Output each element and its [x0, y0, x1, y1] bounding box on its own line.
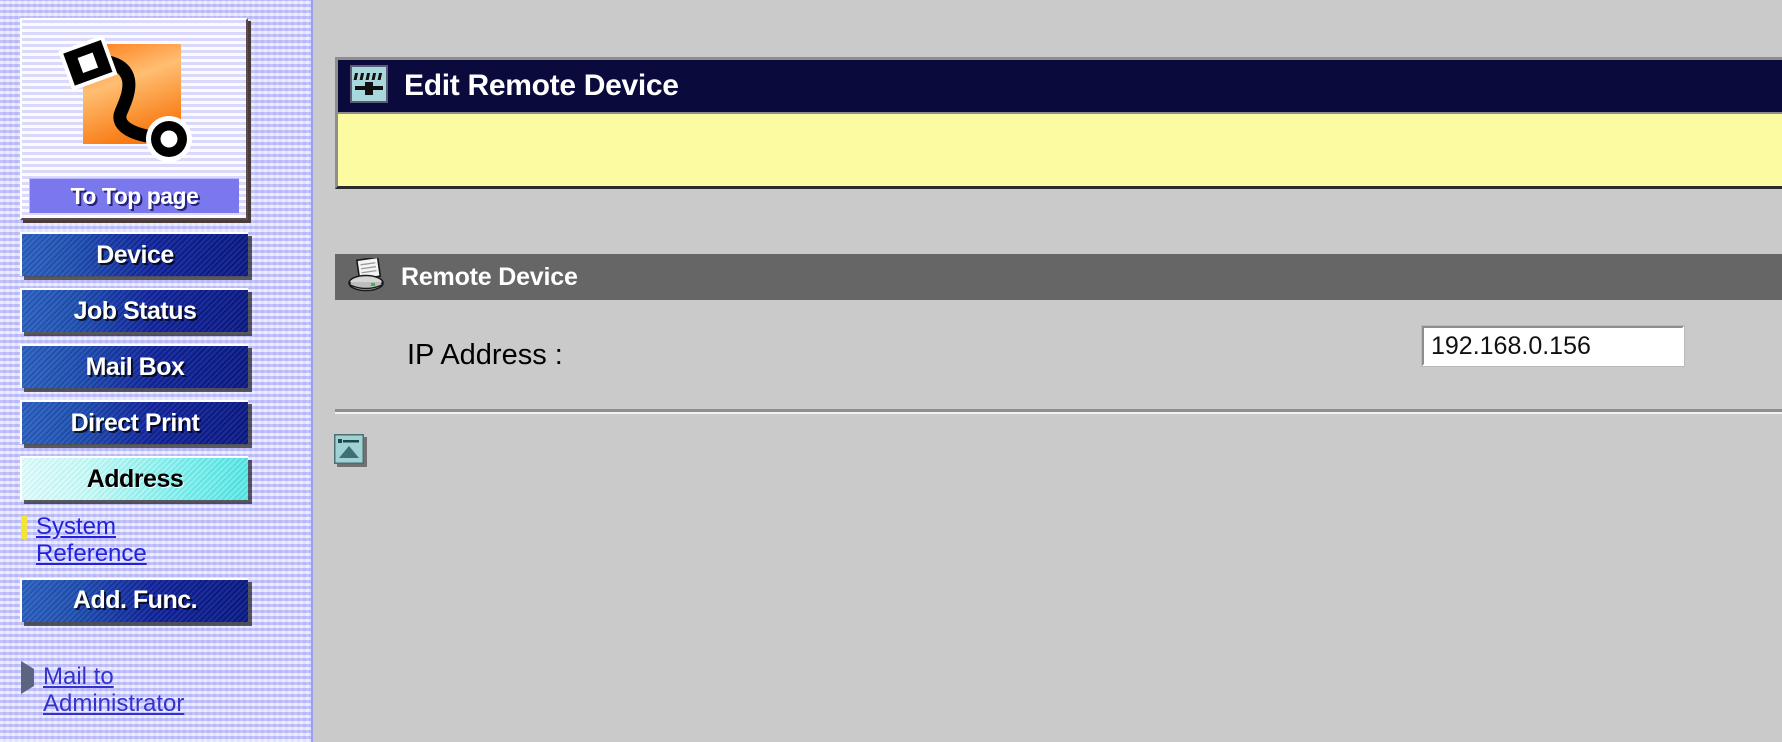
message-bar — [338, 112, 1782, 186]
page-title: Edit Remote Device — [404, 69, 679, 102]
sidebar-item-address[interactable]: Address — [20, 456, 248, 500]
sidebar-item-device[interactable]: Device — [20, 232, 248, 276]
sidebar-item-add-func[interactable]: Add. Func. — [20, 577, 248, 622]
ip-address-input[interactable] — [1421, 325, 1685, 367]
sidebar-item-label: Job Status — [73, 296, 197, 325]
section-title: Remote Device — [401, 262, 578, 291]
sidebar-item-label: Direct Print — [70, 408, 200, 437]
triangle-bullet-icon — [21, 660, 34, 694]
back-to-top-icon[interactable] — [334, 434, 364, 464]
content-divider — [335, 409, 1782, 414]
sidebar-link-mail-to-administrator[interactable]: Mail to Administrator — [20, 660, 311, 718]
network-device-icon — [349, 64, 389, 109]
sidebar-link-system-reference[interactable]: System Reference — [20, 513, 311, 568]
main-content: Edit Remote Device Remote Device IP Addr… — [313, 0, 1782, 742]
sidebar-item-label: Mail Box — [85, 352, 185, 381]
logo-card: To Top page — [20, 18, 248, 220]
sidebar-link-label[interactable]: Mail to Administrator — [43, 663, 213, 718]
printer-network-logo — [27, 26, 241, 174]
sidebar-navigation: To Top page Device Job Status Mail Box D… — [0, 0, 313, 742]
sidebar-item-job-status[interactable]: Job Status — [20, 288, 248, 332]
application-window: To Top page Device Job Status Mail Box D… — [0, 0, 1782, 742]
section-header-remote-device: Remote Device — [335, 254, 1782, 300]
to-top-page-label: To Top page — [70, 182, 199, 209]
printer-icon — [347, 255, 387, 297]
sidebar-link-label[interactable]: System Reference — [36, 513, 206, 568]
form-row-ip-address: IP Address : — [335, 318, 1782, 392]
page-title-bar: Edit Remote Device — [338, 60, 1782, 112]
sidebar-item-label: Device — [96, 240, 174, 269]
sidebar-item-direct-print[interactable]: Direct Print — [20, 400, 248, 444]
sidebar-item-label: Add. Func. — [72, 586, 198, 615]
sidebar-item-mail-box[interactable]: Mail Box — [20, 344, 248, 388]
ip-address-label: IP Address : — [407, 338, 563, 371]
square-bullet-icon — [21, 516, 27, 539]
to-top-page-button[interactable]: To Top page — [29, 178, 239, 213]
sidebar-item-label: Address — [86, 464, 184, 493]
page-title-panel: Edit Remote Device — [335, 57, 1782, 189]
